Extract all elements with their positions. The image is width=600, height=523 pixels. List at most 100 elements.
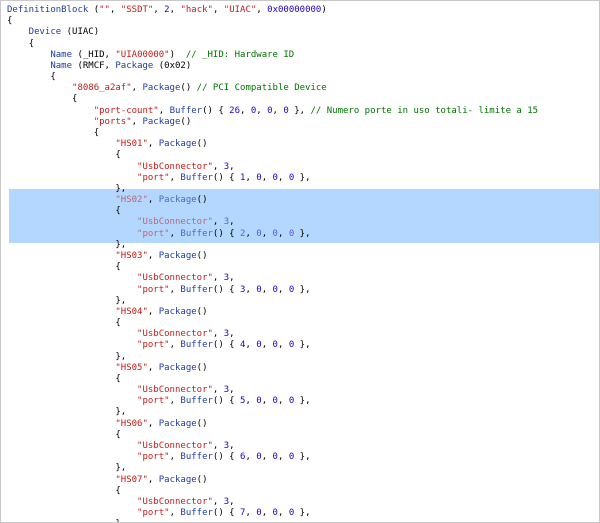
code-token: // PCI Compatible Device	[196, 83, 327, 94]
code-line[interactable]: {	[7, 486, 120, 497]
code-token: (	[88, 5, 100, 15]
code-token: ,	[169, 396, 181, 407]
code-line[interactable]: "HS03", Package()	[7, 250, 208, 262]
code-line[interactable]: "UsbConnector", 3,	[7, 162, 235, 173]
code-token: },	[7, 239, 127, 250]
code-line[interactable]: },	[7, 240, 126, 251]
code-line[interactable]: "UsbConnector", 3,	[7, 441, 235, 452]
code-line[interactable]: Name (_HID, "UIA00000") // _HID: Hardwar…	[7, 50, 294, 61]
code-line[interactable]: "UsbConnector", 3,	[7, 385, 235, 396]
code-line[interactable]: {	[7, 94, 77, 105]
code-token: ,	[277, 340, 289, 351]
code-line[interactable]: "HS01", Package()	[7, 139, 207, 150]
code-token: Buffer	[180, 452, 213, 463]
code-token: ,	[131, 116, 143, 127]
code-line[interactable]: {	[7, 206, 120, 217]
code-token: },	[7, 183, 127, 194]
code-token: Buffer	[180, 172, 213, 183]
code-line[interactable]: },	[7, 519, 126, 522]
code-token: ,	[256, 5, 268, 15]
code-token: ,	[109, 5, 121, 15]
code-token: () {	[212, 172, 241, 183]
code-line[interactable]: "ports", Package()	[7, 116, 192, 128]
code-token: ,	[131, 83, 143, 94]
code-token: "HS02"	[7, 195, 148, 206]
code-token: ,	[277, 172, 289, 183]
code-token: "HS01"	[7, 139, 148, 150]
code-line[interactable]: {	[7, 374, 120, 385]
code-token: ,	[158, 105, 170, 116]
code-token: ,	[229, 441, 235, 452]
code-line[interactable]: DefinitionBlock ("", "SSDT", 2, "hack", …	[7, 5, 327, 16]
code-token: ,	[245, 284, 257, 295]
code-line[interactable]: "port", Buffer() { 6, 0, 0, 0 },	[7, 452, 310, 463]
code-line[interactable]: "8086_a2af", Package() // PCI Compatible…	[7, 83, 327, 94]
code-token: 3	[223, 217, 230, 228]
code-line[interactable]: "HS05", Package()	[7, 363, 207, 374]
code-token: ,	[277, 452, 289, 463]
code-line[interactable]: {	[7, 430, 120, 441]
code-line[interactable]: "port", Buffer() { 1, 0, 0, 0 },	[7, 172, 310, 184]
code-line[interactable]: {	[7, 128, 99, 139]
code-token: ()	[180, 116, 192, 127]
code-token: Buffer	[180, 396, 213, 407]
code-line[interactable]: "HS04", Package()	[7, 306, 208, 318]
code-token: "UIA00000"	[115, 49, 170, 60]
code-token: ,	[261, 452, 273, 463]
code-token: ,	[277, 508, 289, 519]
code-line[interactable]: "UsbConnector", 3,	[7, 217, 235, 228]
code-token: ,	[245, 508, 257, 519]
code-line[interactable]: {	[7, 39, 34, 50]
code-line[interactable]: "HS07", Package()	[7, 474, 207, 486]
code-line[interactable]: Device (UIAC)	[7, 27, 99, 38]
code-token: ()	[196, 306, 208, 317]
code-line[interactable]: {	[7, 16, 12, 27]
code-token: Package	[158, 306, 197, 317]
code-line[interactable]: {	[7, 150, 120, 161]
code-line[interactable]: },	[7, 463, 126, 474]
code-line[interactable]: "port-count", Buffer() { 26, 0, 0, 0 }, …	[7, 106, 538, 117]
code-token: ,	[169, 284, 181, 295]
code-token: Package	[115, 60, 154, 71]
code-line[interactable]: Name (RMCF, Package (0x02)	[7, 61, 191, 72]
code-token: 0	[288, 228, 295, 239]
code-token: () {	[212, 284, 241, 295]
code-line[interactable]: "port", Buffer() { 5, 0, 0, 0 },	[7, 396, 310, 407]
code-line[interactable]: {	[7, 72, 55, 83]
code-token: ,	[229, 217, 235, 228]
code-line[interactable]: "port", Buffer() { 4, 0, 0, 0 },	[7, 340, 311, 351]
code-token: ,	[147, 418, 159, 429]
code-line[interactable]: "port", Buffer() { 3, 0, 0, 0 },	[7, 284, 310, 296]
code-token: ()	[196, 250, 208, 261]
code-line[interactable]: {	[7, 318, 121, 329]
code-line[interactable]: "UsbConnector", 3,	[7, 497, 235, 508]
code-token: "8086_a2af"	[7, 83, 132, 94]
code-editor[interactable]: DefinitionBlock ("", "SSDT", 2, "hack", …	[0, 0, 600, 523]
code-token: Package	[142, 116, 181, 127]
code-token: },	[7, 295, 127, 306]
code-token: () {	[212, 396, 241, 407]
code-token: },	[294, 508, 311, 519]
code-line[interactable]: "HS02", Package()	[7, 195, 208, 206]
code-token: ,	[229, 496, 235, 507]
code-line[interactable]: "port", Buffer() { 7, 0, 0, 0 },	[7, 508, 311, 519]
code-token: ()	[196, 195, 208, 206]
code-line[interactable]: },	[7, 407, 126, 418]
code-line[interactable]: },	[7, 352, 126, 363]
code-line[interactable]: "port", Buffer() { 2, 0, 0, 0 },	[7, 228, 310, 240]
code-token: {	[7, 318, 121, 329]
code-token: DefinitionBlock	[7, 5, 89, 15]
code-token: "HS07"	[7, 474, 148, 485]
code-line[interactable]: "UsbConnector", 3,	[7, 329, 235, 340]
code-token: },	[294, 340, 311, 351]
code-line[interactable]: {	[7, 262, 120, 273]
code-line[interactable]: },	[7, 296, 126, 307]
code-line[interactable]: "HS06", Package()	[7, 418, 207, 430]
code-token: Buffer	[180, 284, 213, 295]
code-token: "UsbConnector"	[7, 273, 213, 284]
code-token: ,	[261, 284, 273, 295]
code-token: Name	[7, 60, 73, 71]
code-line[interactable]: "UsbConnector", 3,	[7, 273, 235, 284]
code-line[interactable]: },	[7, 184, 126, 195]
code-token: "UsbConnector"	[7, 217, 213, 228]
